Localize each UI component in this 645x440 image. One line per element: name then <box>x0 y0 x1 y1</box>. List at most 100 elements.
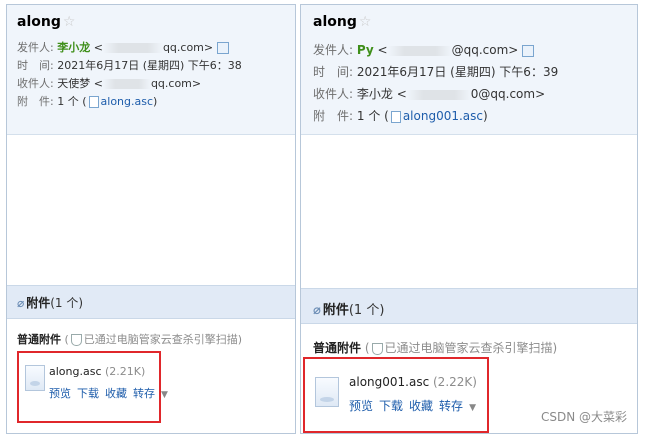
redacted-email <box>102 43 163 53</box>
time-value: 2021年6月17日 (星期四) 下午6：39 <box>356 65 559 79</box>
normal-attachments-title: 普通附件 <box>17 333 61 346</box>
attachment-filename-row: along001.asc (2.22K) <box>349 375 477 389</box>
sender-label: 发件人: <box>17 41 54 54</box>
paperclip-icon: ⌀ <box>17 296 25 310</box>
subject-text: along <box>17 14 61 30</box>
right-email-panel: along ☆ 发件人: Py < @qq.com> 时 间: 2021年6月17日… <box>300 4 638 434</box>
favorite-link[interactable]: 收藏 <box>105 387 127 400</box>
recipient-row: 收件人: 李小龙 <0@qq.com> <box>313 83 637 105</box>
file-icon <box>390 110 401 123</box>
save-to-link[interactable]: 转存 ▼ <box>439 399 482 413</box>
scan-note: 已通过电脑管家云查杀引擎扫描 <box>384 341 553 355</box>
time-value: 2021年6月17日 (星期四) 下午6：38 <box>57 59 242 72</box>
dropdown-caret-icon: ▼ <box>469 403 476 413</box>
star-icon[interactable]: ☆ <box>63 14 76 30</box>
recipient-name[interactable]: 天使梦 <box>57 77 90 90</box>
file-icon <box>88 96 99 108</box>
sender-label: 发件人: <box>313 43 354 57</box>
attachment-item: along001.asc (2.22K) 预览 下载 收藏 转存 ▼ <box>303 357 489 433</box>
recipient-email-open: < <box>90 77 103 90</box>
attachment-actions: 预览 下载 收藏 转存 ▼ <box>49 385 180 401</box>
download-link[interactable]: 下载 <box>77 387 99 400</box>
email-body <box>301 135 637 285</box>
attachments-count: (1 个) <box>348 303 385 318</box>
sender-email-tail: @qq.com> <box>451 43 519 57</box>
sender-name[interactable]: Py <box>357 43 374 57</box>
time-row: 时 间: 2021年6月17日 (星期四) 下午6：39 <box>313 61 637 83</box>
attachment-filename[interactable]: along001.asc <box>349 375 429 389</box>
document-icon[interactable] <box>25 365 45 391</box>
save-to-link[interactable]: 转存 ▼ <box>133 387 174 400</box>
normal-attachments-label: 普通附件 ( 已通过电脑管家云查杀引擎扫描) <box>17 331 242 347</box>
time-row: 时 间: 2021年6月17日 (星期四) 下午6：38 <box>17 57 295 75</box>
recipient-email-tail: qq.com> <box>150 77 202 90</box>
attachment-close: ) <box>483 109 488 123</box>
attachment-count: 1 个 ( <box>356 109 389 123</box>
favorite-link[interactable]: 收藏 <box>409 399 433 413</box>
subject-text: along <box>313 14 357 30</box>
shield-icon <box>70 334 82 346</box>
normal-attachments-title: 普通附件 <box>313 341 362 355</box>
attachment-filename[interactable]: along.asc <box>49 365 102 378</box>
scan-open: ( <box>61 333 69 346</box>
attachment-label: 附 件: <box>313 109 354 123</box>
attachment-link[interactable]: along001.asc <box>403 109 483 123</box>
redacted-email <box>406 89 471 100</box>
download-link[interactable]: 下载 <box>379 399 403 413</box>
email-subject: along ☆ <box>17 13 295 31</box>
email-header: along ☆ 发件人: 李小龙 < qq.com> 时 间: 2021年6月17日… <box>7 5 295 135</box>
attachment-row: 附 件: 1 个 ( along001.asc) <box>313 105 637 127</box>
attachment-link[interactable]: along.asc <box>101 95 154 108</box>
attachment-size: (2.21K) <box>101 365 146 378</box>
recipient-email-open: < <box>392 87 407 101</box>
attachments-count: (1 个) <box>50 296 84 310</box>
sender-email-tail: qq.com> <box>162 41 214 54</box>
contact-card-icon[interactable] <box>522 44 535 57</box>
attachment-close: ) <box>153 95 158 108</box>
sender-email-open: < <box>90 41 103 54</box>
attachment-row: 附 件: 1 个 (along.asc) <box>17 93 295 111</box>
email-subject: along ☆ <box>313 13 637 31</box>
normal-attachments-label: 普通附件 ( 已通过电脑管家云查杀引擎扫描) <box>313 339 557 356</box>
time-label: 时 间: <box>313 65 354 79</box>
scan-note: 已通过电脑管家云查杀引擎扫描 <box>83 333 238 346</box>
redacted-email <box>102 79 151 89</box>
preview-link[interactable]: 预览 <box>49 387 71 400</box>
attachment-item: along.asc (2.21K) 预览 下载 收藏 转存 ▼ <box>17 351 168 423</box>
sender-row: 发件人: Py < @qq.com> <box>313 39 637 61</box>
dropdown-caret-icon: ▼ <box>161 390 168 400</box>
email-body <box>7 135 295 285</box>
sender-email-open: < <box>373 43 388 57</box>
contact-card-icon[interactable] <box>217 42 230 54</box>
attachment-actions: 预览 下载 收藏 转存 ▼ <box>349 397 488 414</box>
sender-row: 发件人: 李小龙 < qq.com> <box>17 39 295 57</box>
watermark: CSDN @大菜彩 <box>540 410 627 424</box>
recipient-row: 收件人: 天使梦 < qq.com> <box>17 75 295 93</box>
sender-name[interactable]: 李小龙 <box>57 41 90 54</box>
left-email-panel: along ☆ 发件人: 李小龙 < qq.com> 时 间: 2021年6月17日… <box>6 4 296 434</box>
save-to-label: 转存 <box>133 387 155 400</box>
document-icon[interactable] <box>315 377 339 407</box>
attachments-bar: ⌀ 附件(1 个) <box>7 285 295 319</box>
shield-icon <box>371 342 383 355</box>
paperclip-icon: ⌀ <box>313 303 321 318</box>
redacted-email <box>387 45 452 56</box>
scan-close: ) <box>552 341 558 355</box>
time-label: 时 间: <box>17 59 54 72</box>
scan-open: ( <box>361 341 370 355</box>
attachments-title: 附件 <box>26 296 51 310</box>
scan-close: ) <box>237 333 243 346</box>
email-header: along ☆ 发件人: Py < @qq.com> 时 间: 2021年6月17日… <box>301 5 637 135</box>
star-icon[interactable]: ☆ <box>359 14 372 30</box>
attachment-filename-row: along.asc (2.21K) <box>49 365 145 378</box>
attachment-count: 1 个 ( <box>57 95 87 108</box>
recipient-email-tail: 0@qq.com> <box>470 87 546 101</box>
recipient-label: 收件人: <box>313 87 354 101</box>
attachments-title: 附件 <box>322 303 349 318</box>
preview-link[interactable]: 预览 <box>349 399 373 413</box>
save-to-label: 转存 <box>439 399 464 413</box>
attachments-bar: ⌀ 附件(1 个) <box>301 288 637 324</box>
attachment-size: (2.22K) <box>429 375 477 389</box>
recipient-name[interactable]: 李小龙 <box>357 87 393 101</box>
recipient-label: 收件人: <box>17 77 54 90</box>
